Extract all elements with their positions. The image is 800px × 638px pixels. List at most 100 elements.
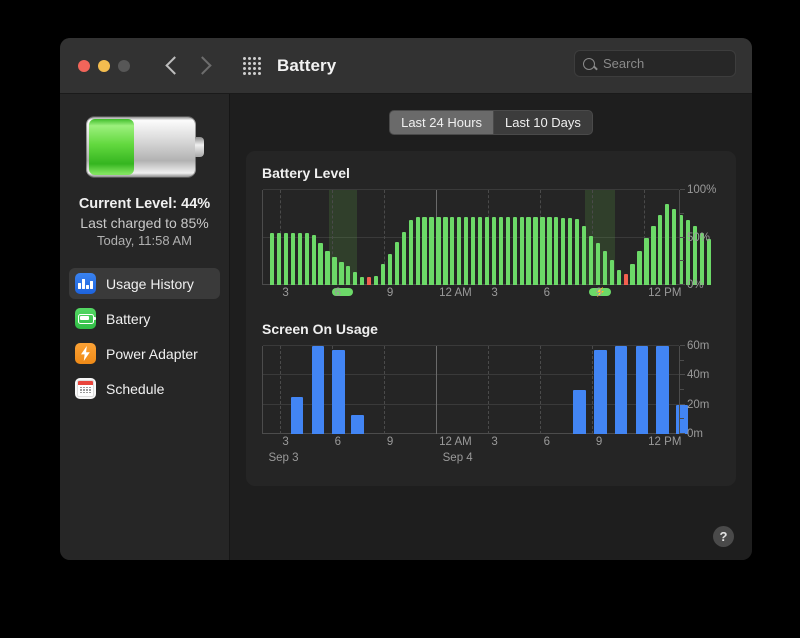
navigation-arrows bbox=[165, 56, 212, 75]
screen-on-usage-plot-area bbox=[262, 345, 688, 434]
chart-bar bbox=[290, 232, 296, 285]
screen-on-usage-chart: 0m 20m 40m 60m bbox=[262, 340, 720, 440]
sidebar-item-label: Usage History bbox=[106, 275, 194, 292]
sidebar-item-label: Schedule bbox=[106, 380, 165, 397]
chart-bar bbox=[498, 216, 504, 285]
chart-bar bbox=[360, 277, 365, 285]
page-title: Battery bbox=[277, 55, 337, 75]
battery-level-x-axis: 3 6 9 12 AM 3 6 9 12 PM bbox=[262, 287, 681, 303]
x-axis-tick-label: 3 bbox=[491, 287, 498, 299]
close-button[interactable] bbox=[78, 59, 90, 72]
sidebar: Current Level: 44% Last charged to 85% T… bbox=[60, 94, 230, 560]
chart-bar bbox=[436, 216, 441, 285]
window-body: Current Level: 44% Last charged to 85% T… bbox=[60, 94, 752, 560]
gridline-vertical bbox=[488, 346, 490, 434]
chart-bar bbox=[533, 216, 538, 285]
sidebar-item-label: Battery bbox=[106, 310, 151, 327]
chart-bar bbox=[339, 262, 344, 285]
chart-bar bbox=[283, 232, 289, 285]
sidebar-item-power-adapter[interactable]: Power Adapter bbox=[69, 338, 220, 369]
chart-bar bbox=[380, 264, 386, 285]
grid-apps-icon[interactable] bbox=[243, 56, 261, 75]
y-axis-minor-tick bbox=[680, 403, 684, 405]
search-field[interactable]: Search bbox=[574, 50, 736, 77]
tab-last-10-days[interactable]: Last 10 Days bbox=[494, 110, 593, 135]
chart-bar bbox=[457, 216, 462, 285]
zoom-button[interactable] bbox=[118, 59, 130, 72]
x-axis-day-label: Sep 4 bbox=[442, 452, 473, 464]
search-icon bbox=[583, 57, 595, 70]
chevron-left-icon[interactable] bbox=[165, 56, 184, 75]
chart-bar bbox=[630, 264, 635, 285]
y-axis-minor-tick bbox=[680, 418, 684, 420]
screen-on-usage-y-axis: 0m 20m 40m 60m bbox=[679, 340, 720, 440]
chart-bar bbox=[595, 243, 601, 285]
sidebar-item-battery[interactable]: Battery bbox=[69, 303, 220, 334]
sidebar-item-schedule[interactable]: Schedule bbox=[69, 373, 220, 404]
y-axis-tick-label: 100% bbox=[687, 184, 717, 196]
chart-bar bbox=[401, 231, 406, 285]
sidebar-item-label: Power Adapter bbox=[106, 345, 198, 362]
y-axis-minor-tick bbox=[680, 433, 684, 434]
battery-level-x-axis-row: 3 6 9 12 AM 3 6 9 12 PM bbox=[262, 285, 720, 303]
chevron-right-icon[interactable] bbox=[193, 56, 212, 75]
gridline-vertical bbox=[280, 346, 282, 434]
battery-level-chart-title: Battery Level bbox=[262, 165, 350, 181]
chart-bar bbox=[554, 216, 559, 285]
chart-bar bbox=[609, 260, 614, 285]
chart-bar bbox=[568, 217, 573, 285]
y-axis-minor-tick bbox=[680, 284, 684, 285]
chart-bar bbox=[575, 218, 580, 285]
chart-bar bbox=[290, 397, 304, 434]
chart-bar bbox=[450, 216, 455, 285]
y-axis-minor-tick bbox=[680, 236, 684, 238]
y-axis-minor-tick bbox=[680, 389, 684, 390]
chart-bar bbox=[332, 350, 345, 434]
minimize-button[interactable] bbox=[98, 59, 110, 72]
gridline-vertical bbox=[384, 346, 386, 434]
main-content: Last 24 Hours Last 10 Days Battery Level… bbox=[230, 94, 752, 560]
battery-preferences-window: Battery Search Current Level: 44% Last c… bbox=[60, 38, 752, 560]
chart-bar bbox=[387, 253, 393, 285]
x-axis-tick-label: 3 bbox=[282, 287, 289, 299]
time-range-segmented-control: Last 24 Hours Last 10 Days bbox=[246, 110, 736, 135]
battery-status-text: Current Level: 44% Last charged to 85% T… bbox=[60, 196, 229, 248]
chart-bar bbox=[477, 216, 483, 285]
traffic-light-buttons bbox=[78, 59, 130, 72]
chart-bar bbox=[464, 216, 469, 285]
tab-last-24-hours[interactable]: Last 24 Hours bbox=[389, 110, 495, 135]
screen-on-usage-x-axis-row: 3 6 9 12 AM 3 6 9 12 PM Sep 3 Sep 4 bbox=[262, 434, 720, 468]
bar-chart-icon bbox=[75, 273, 96, 294]
chart-bar bbox=[656, 346, 669, 434]
x-axis-tick-label: 12 AM bbox=[439, 287, 472, 299]
window-titlebar: Battery Search bbox=[60, 38, 752, 94]
x-axis-tick-label: 9 bbox=[386, 287, 394, 299]
x-axis-tick-label: 3 bbox=[491, 436, 498, 448]
x-axis-tick-label: 9 bbox=[595, 287, 603, 299]
chart-bar bbox=[304, 232, 309, 285]
chart-bar bbox=[318, 243, 323, 285]
x-axis-tick-label: 3 bbox=[282, 436, 289, 448]
chart-bar bbox=[408, 220, 413, 285]
help-button[interactable]: ? bbox=[713, 526, 734, 547]
x-axis-tick-label: 12 AM bbox=[439, 436, 472, 448]
chart-bar bbox=[353, 271, 358, 285]
sidebar-item-usage-history[interactable]: Usage History bbox=[69, 268, 220, 299]
y-axis-tick-label: 40m bbox=[687, 369, 710, 382]
chart-bar bbox=[443, 216, 448, 285]
chart-bar bbox=[602, 250, 608, 285]
chart-bar bbox=[637, 250, 642, 285]
screen-on-usage-chart-title: Screen On Usage bbox=[262, 321, 378, 337]
chart-bar bbox=[644, 237, 649, 285]
chart-bar bbox=[588, 235, 594, 285]
y-axis-minor-tick bbox=[680, 212, 684, 214]
last-charged-time-label: Today, 11:58 AM bbox=[97, 233, 192, 248]
chart-bar bbox=[623, 273, 628, 285]
chart-bar bbox=[594, 350, 607, 434]
x-axis-tick-label: 12 PM bbox=[648, 436, 682, 448]
chart-bar bbox=[512, 216, 517, 285]
chart-bar bbox=[635, 346, 649, 434]
x-axis-day-label: Sep 3 bbox=[268, 452, 299, 464]
sidebar-nav-list: Usage History Battery Power Adapter Sche… bbox=[60, 268, 229, 404]
last-charged-label: Last charged to 85% bbox=[80, 215, 209, 231]
